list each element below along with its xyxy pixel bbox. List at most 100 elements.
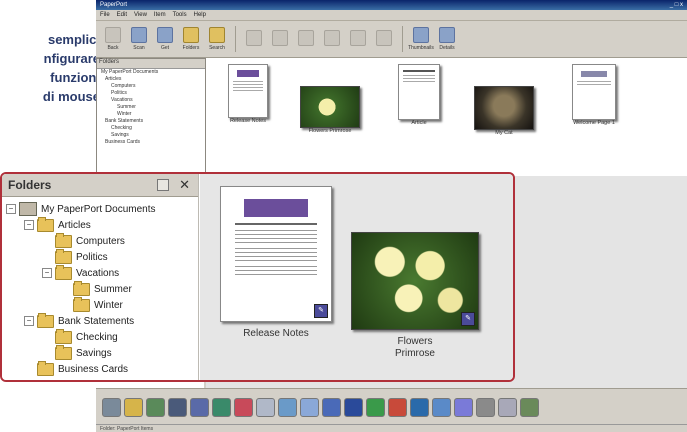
tree-node[interactable]: − Bank Statements xyxy=(2,312,198,329)
app-icon[interactable] xyxy=(344,397,363,417)
thumbnail-item[interactable]: ✎ Release Notes xyxy=(216,186,336,340)
collapse-toggle[interactable]: − xyxy=(24,220,34,230)
app-icon[interactable] xyxy=(476,397,495,417)
tree-item[interactable]: Checking xyxy=(97,125,205,132)
back-icon xyxy=(105,27,121,43)
app-icon[interactable] xyxy=(366,397,385,417)
scroll-left-icon[interactable] xyxy=(102,397,121,417)
thumbnail-item[interactable]: My Cat xyxy=(472,86,536,136)
details-button[interactable]: Details xyxy=(436,27,458,51)
app-icon[interactable] xyxy=(256,397,275,417)
window-title: PaperPort xyxy=(100,2,128,8)
tree-item[interactable]: Vacations xyxy=(97,97,205,104)
tree-node-label: Winter xyxy=(94,299,123,311)
thumbnail-label: Flowers xyxy=(397,336,433,347)
app-icon[interactable] xyxy=(432,397,451,417)
collapse-toggle[interactable]: − xyxy=(24,316,34,326)
close-icon[interactable]: ✕ xyxy=(179,177,190,193)
menu-help[interactable]: Help xyxy=(194,12,206,18)
app-icon[interactable] xyxy=(454,397,473,417)
app-icon[interactable] xyxy=(146,397,165,417)
folder-icon xyxy=(55,344,72,360)
app-icon[interactable] xyxy=(124,397,143,417)
thumbnail-item[interactable]: Flowers Primrose xyxy=(298,86,362,134)
menu-tools[interactable]: Tools xyxy=(173,12,187,18)
tree-node[interactable]: Business Cards xyxy=(2,360,198,377)
tool-button[interactable] xyxy=(295,30,317,48)
photo-thumbnail xyxy=(300,86,360,128)
app-icon[interactable] xyxy=(168,397,187,417)
tree-node[interactable]: Computers xyxy=(2,232,198,249)
back-button[interactable]: Back xyxy=(102,27,124,51)
folders-button[interactable]: Folders xyxy=(180,27,202,51)
tree-node[interactable]: Winter xyxy=(2,296,198,313)
thumbnail-view: Release Notes Flowers Primrose Article M… xyxy=(206,58,687,176)
menu-view[interactable]: View xyxy=(134,12,147,18)
thumbnail-label: Primrose xyxy=(394,348,435,359)
tree-node[interactable]: − My PaperPort Documents xyxy=(2,201,198,217)
folders-panel-header: Folders ✕ xyxy=(2,174,198,197)
tree-node[interactable]: Checking xyxy=(2,328,198,345)
tree-item[interactable]: Savings xyxy=(97,132,205,139)
thumbnail-label: Flowers Primrose xyxy=(308,128,352,134)
tool-button[interactable] xyxy=(373,30,395,48)
menu-item[interactable]: Item xyxy=(154,12,166,18)
app-icon[interactable] xyxy=(190,397,209,417)
thumbnails-button[interactable]: Thumbnails xyxy=(408,27,434,51)
app-icon[interactable] xyxy=(322,397,341,417)
get-button[interactable]: Get xyxy=(154,27,176,51)
tree-item[interactable]: Computers xyxy=(97,83,205,90)
app-icon[interactable] xyxy=(278,397,297,417)
folder-icon xyxy=(55,248,72,264)
thumbnail-label: Article xyxy=(411,120,427,126)
caption-line: semplici xyxy=(47,32,100,47)
collapse-toggle[interactable]: − xyxy=(6,204,16,214)
tree-node-label: Articles xyxy=(58,219,91,231)
tree-node[interactable]: − Articles xyxy=(2,216,198,233)
pin-icon[interactable] xyxy=(157,179,170,191)
app-icon[interactable] xyxy=(388,397,407,417)
tree-node[interactable]: Summer xyxy=(2,280,198,297)
app-icon[interactable] xyxy=(234,397,253,417)
tool-button[interactable] xyxy=(321,30,343,48)
document-thumbnail: ✎ xyxy=(220,186,332,322)
thumbnail-item[interactable]: Release Notes xyxy=(222,64,274,124)
app-icon[interactable] xyxy=(498,397,517,417)
tree-item[interactable]: Business Cards xyxy=(97,139,205,146)
tree-item[interactable]: Summer xyxy=(97,104,205,111)
folder-icon xyxy=(37,360,54,376)
tree-node-label: Computers xyxy=(76,235,125,247)
app-icon[interactable] xyxy=(212,397,231,417)
folder-icon xyxy=(73,280,90,296)
thumbnail-item[interactable]: ✎ Flowers Primrose xyxy=(350,232,480,360)
menu-edit[interactable]: Edit xyxy=(117,12,127,18)
app-icon[interactable] xyxy=(410,397,429,417)
window-controls[interactable]: _ □ x xyxy=(670,2,683,8)
toolbar-divider xyxy=(402,26,403,52)
menu-file[interactable]: File xyxy=(100,12,110,18)
folder-icon xyxy=(37,312,54,328)
app-icon[interactable] xyxy=(300,397,319,417)
tree-item[interactable]: Winter xyxy=(97,111,205,118)
app-icon[interactable] xyxy=(520,397,539,417)
caption-line: nfigurare xyxy=(43,51,100,66)
search-button[interactable]: Search xyxy=(206,27,228,51)
tree-node[interactable]: Politics xyxy=(2,248,198,265)
tool-button[interactable] xyxy=(243,30,265,48)
back-label: Back xyxy=(107,45,119,51)
tree-item[interactable]: Articles xyxy=(97,76,205,83)
tool-button[interactable] xyxy=(347,30,369,48)
tool-button[interactable] xyxy=(269,30,291,48)
folder-icon xyxy=(183,27,199,43)
thumbnail-item[interactable]: Welcome Page 1 xyxy=(568,64,620,126)
collapse-toggle[interactable]: − xyxy=(42,268,52,278)
thumbnail-item[interactable]: Article xyxy=(394,64,444,126)
tree-item[interactable]: Politics xyxy=(97,90,205,97)
scan-button[interactable]: Scan xyxy=(128,27,150,51)
title-bar: PaperPort _ □ x xyxy=(96,0,687,10)
photo-thumbnail xyxy=(474,86,534,130)
tree-item[interactable]: My PaperPort Documents xyxy=(97,69,205,76)
tree-node[interactable]: Savings xyxy=(2,344,198,361)
tree-item[interactable]: Bank Statements xyxy=(97,118,205,125)
tree-node[interactable]: − Vacations xyxy=(2,264,198,281)
